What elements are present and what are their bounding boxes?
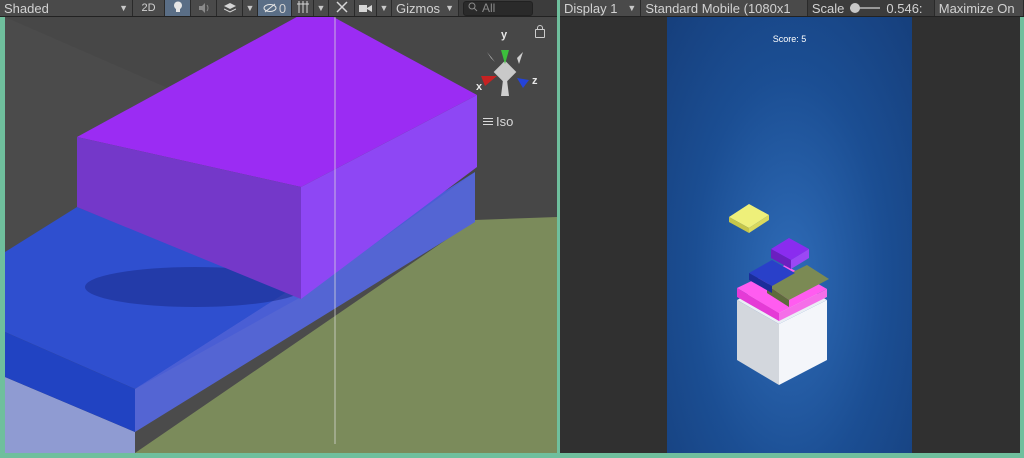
grid-toggle[interactable] [292, 0, 314, 16]
lighting-toggle[interactable] [165, 0, 191, 16]
audio-toggle[interactable] [191, 0, 217, 16]
scale-slider-thumb[interactable] [850, 3, 861, 13]
scale-slider[interactable] [850, 3, 881, 13]
effects-dropdown[interactable]: ▼ [243, 0, 258, 16]
hidden-count: 0 [278, 0, 287, 16]
search-icon [468, 1, 478, 15]
scale-value: 0.546: [886, 0, 923, 16]
chevron-down-icon: ▼ [445, 3, 454, 13]
game-toolbar: Display 1 ▼ Standard Mobile (1080x1 Scal… [560, 0, 1024, 17]
game-viewport[interactable]: Score: 5 [560, 17, 1020, 453]
scene-toolbar: Shaded ▼ 2D ▼ 0 ▼ ▼ Gizmos ▼ All [0, 0, 557, 17]
hidden-objects-toggle[interactable]: 0 [258, 0, 292, 16]
resolution-label: Standard Mobile (1080x1 [645, 0, 791, 16]
gizmo-axis-y[interactable]: y [501, 29, 507, 41]
maximize-on-play-toggle[interactable]: Maximize On [934, 0, 1024, 16]
toggle-2d-button[interactable]: 2D [133, 0, 165, 16]
hamburger-icon [483, 116, 493, 127]
grid-dropdown[interactable]: ▼ [314, 0, 329, 16]
camera-dropdown[interactable]: ▼ [377, 0, 392, 16]
display-label: Display 1 [564, 0, 618, 16]
chevron-down-icon: ▼ [119, 3, 128, 13]
maximize-label: Maximize On [938, 0, 1015, 16]
gizmos-dropdown[interactable]: Gizmos ▼ [392, 0, 459, 16]
scale-control: Scale 0.546: [807, 0, 935, 16]
scale-label: Scale [811, 0, 845, 16]
gizmo-axis-z[interactable]: z [532, 75, 538, 87]
lock-icon[interactable] [535, 25, 545, 38]
chevron-down-icon: ▼ [316, 3, 326, 13]
tools-toggle[interactable] [329, 0, 355, 16]
chevron-down-icon: ▼ [627, 3, 637, 13]
eye-slash-icon [263, 1, 277, 16]
grid-icon [296, 0, 309, 16]
scene-render [5, 17, 557, 453]
projection-toggle[interactable]: Iso [483, 114, 513, 129]
chevron-down-icon: ▼ [379, 3, 389, 13]
toggle-2d-label: 2D [141, 2, 156, 14]
tools-icon [335, 0, 348, 16]
game-screen[interactable]: Score: 5 [667, 17, 912, 453]
scene-viewport[interactable]: y x z Iso [5, 17, 557, 453]
scene-search-field[interactable]: All [463, 0, 533, 16]
gizmo-axis-x[interactable]: x [476, 81, 482, 93]
projection-label: Iso [496, 114, 514, 129]
resolution-dropdown[interactable]: Standard Mobile (1080x1 [641, 0, 808, 16]
shading-mode-dropdown[interactable]: Shaded ▼ [0, 0, 133, 16]
lightbulb-icon [173, 1, 183, 16]
search-placeholder: All [482, 1, 496, 15]
camera-toggle[interactable] [355, 0, 377, 16]
display-dropdown[interactable]: Display 1 ▼ [560, 0, 642, 16]
chevron-down-icon: ▼ [245, 3, 255, 13]
shading-mode-label: Shaded [4, 0, 49, 16]
game-render [729, 204, 829, 385]
camera-icon [359, 1, 372, 16]
layers-icon [223, 1, 236, 16]
speaker-icon [198, 1, 210, 16]
gizmos-label: Gizmos [396, 0, 441, 16]
effects-toggle[interactable] [217, 0, 243, 16]
